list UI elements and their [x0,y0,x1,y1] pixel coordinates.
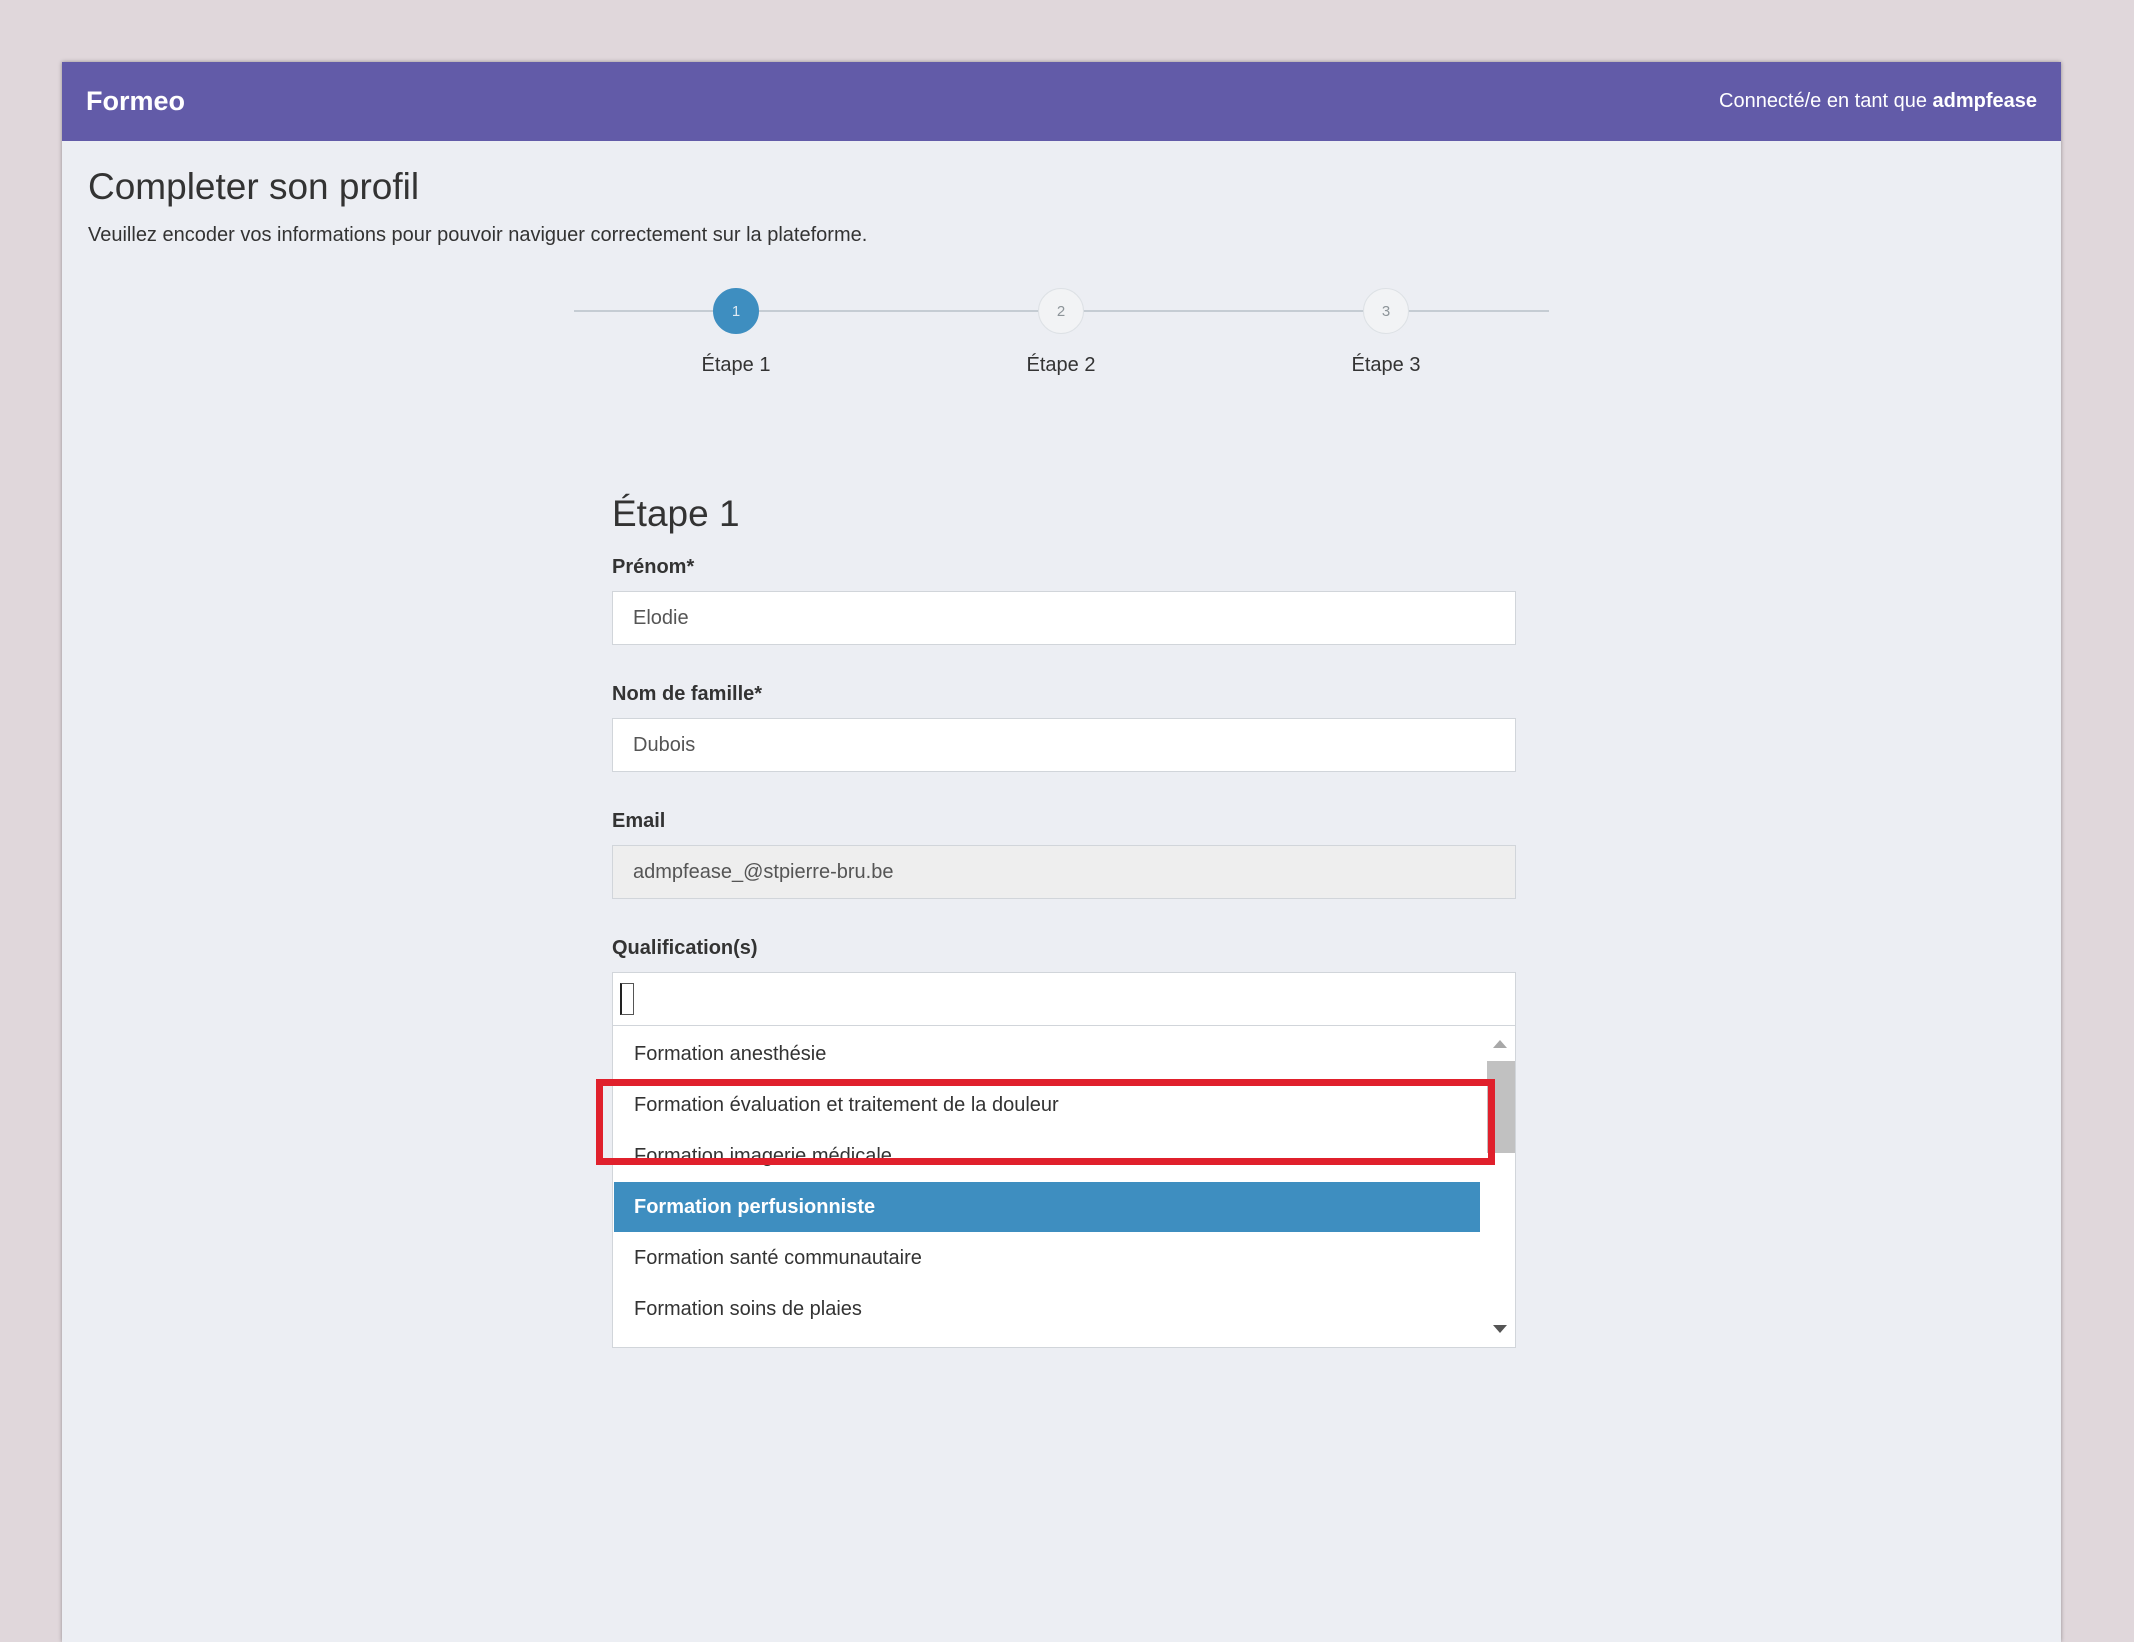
app-window: Formeo Connecté/e en tant que admpfease … [62,62,2061,1642]
email-input: admpfease_@stpierre-bru.be [612,845,1516,899]
scroll-up-arrow-icon[interactable] [1493,1040,1507,1048]
scroll-thumb[interactable] [1487,1061,1515,1153]
last-name-input[interactable]: Dubois [612,718,1516,772]
step-1[interactable]: 1 Étape 1 [656,288,816,377]
step-3-number: 3 [1381,302,1391,320]
step-2-number: 2 [1056,302,1066,320]
qualifications-dropdown[interactable]: Formation anesthésie Formation évaluatio… [612,1026,1516,1348]
user-prefix: Connecté/e en tant que [1719,90,1933,112]
option-perfusionniste[interactable]: Formation perfusionniste [614,1182,1480,1232]
form-heading: Étape 1 [612,493,740,534]
logged-in-user: Connecté/e en tant que admpfease [1719,90,2037,113]
username[interactable]: admpfease [1933,90,2038,112]
email-value: admpfease_@stpierre-bru.be [633,860,894,883]
step-3[interactable]: 3 Étape 3 [1306,288,1466,377]
option-sante-communautaire[interactable]: Formation santé communautaire [614,1233,1480,1283]
last-name-label: Nom de famille* [612,683,763,705]
first-name-value: Elodie [633,606,689,629]
option-douleur[interactable]: Formation évaluation et traitement de la… [614,1080,1480,1130]
step-1-number: 1 [731,302,741,320]
first-name-input[interactable]: Elodie [612,591,1516,645]
scroll-down-arrow-icon[interactable] [1493,1325,1507,1333]
step-2[interactable]: 2 Étape 2 [981,288,1141,377]
step-3-label: Étape 3 [1351,354,1421,376]
progress-stepper: 1 Étape 1 2 Étape 2 3 Étape 3 [574,288,1549,376]
step-3-circle: 3 [1363,288,1409,334]
step-1-label: Étape 1 [701,354,771,376]
qualifications-label: Qualification(s) [612,937,758,959]
top-navbar: Formeo Connecté/e en tant que admpfease [62,62,2061,141]
brand-logo[interactable]: Formeo [86,86,185,117]
option-imagerie-medicale[interactable]: Formation imagerie médicale [614,1131,1480,1181]
last-name-value: Dubois [633,733,696,756]
option-soins-de-plaies[interactable]: Formation soins de plaies [614,1284,1480,1334]
step-2-label: Étape 2 [1026,354,1096,376]
page-subtitle: Veuillez encoder vos informations pour p… [88,224,868,246]
step-2-circle: 2 [1038,288,1084,334]
page-title: Completer son profil [88,166,420,207]
first-name-label: Prénom* [612,556,695,578]
email-label: Email [612,810,666,832]
option-anesthesie[interactable]: Formation anesthésie [614,1029,1480,1079]
profile-form: Étape 1 Prénom* Elodie Nom de famille* D… [612,492,1516,1348]
dropdown-scrollbar[interactable] [1484,1026,1515,1347]
text-cursor [620,983,634,1015]
step-1-circle: 1 [713,288,759,334]
qualifications-search-input[interactable] [612,972,1516,1026]
